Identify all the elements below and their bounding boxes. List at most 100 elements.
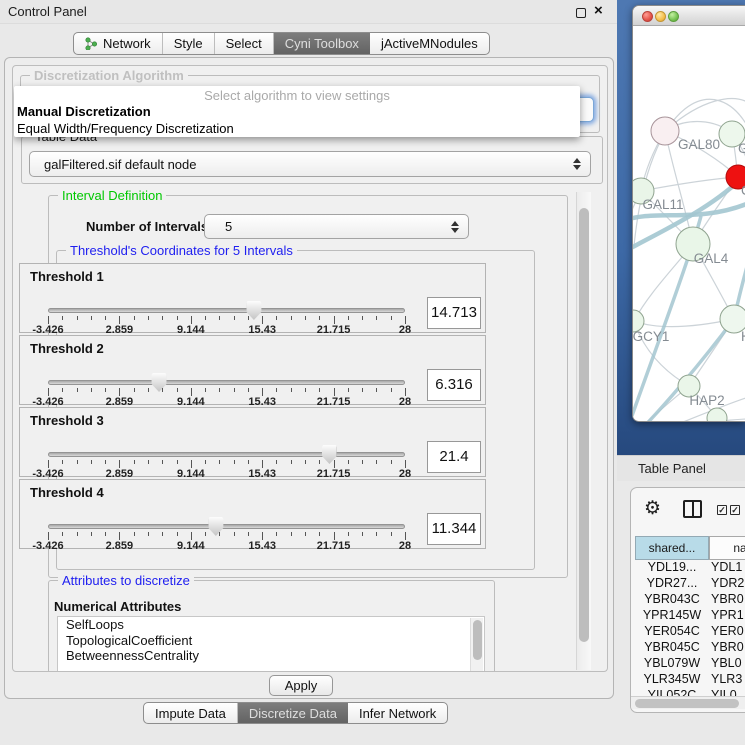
tick-mark [276,460,277,464]
tick-label: 15.43 [248,540,276,552]
tick-mark [362,388,363,392]
cell-shared-name[interactable]: YBR045C [635,640,709,654]
cell-name[interactable]: YER0 [711,624,745,638]
table-row[interactable]: YPR145WYPR1 [631,608,745,624]
threshold-4-slider[interactable] [48,524,405,529]
popup-option-equal-width[interactable]: Equal Width/Frequency Discretization [14,120,580,137]
cell-name[interactable]: YBL0 [711,656,745,670]
tab-jactivemnodules[interactable]: jActiveMNodules [370,33,489,54]
minimize-traffic-light-icon[interactable] [655,11,666,22]
checkbox-icon[interactable]: ✓ [730,505,740,515]
attribute-list-item[interactable]: SelfLoops [58,617,484,633]
popup-option-manual[interactable]: Manual Discretization [14,103,580,120]
tick-mark [48,460,49,468]
table-horizontal-scrollbar[interactable] [631,696,745,709]
tick-mark [62,388,63,392]
cell-shared-name[interactable]: YLR345W [635,672,709,686]
cell-name[interactable]: YPR1 [711,608,745,622]
tab-style[interactable]: Style [163,33,215,54]
apply-button[interactable]: Apply [269,675,333,696]
tick-mark [48,316,49,324]
threshold-2-slider[interactable] [48,380,405,385]
column-header-shared-name[interactable]: shared... [635,536,709,560]
cell-name[interactable]: YLR3 [711,672,745,686]
float-panel-icon[interactable] [576,8,586,18]
threshold-3-value-field[interactable]: 21.4 [427,441,481,473]
scrollbar-thumb[interactable] [473,620,482,660]
tick-mark [205,460,206,464]
attribute-list-item[interactable]: BetweennessCentrality [58,648,484,664]
cyni-toolbox-panel: Discretization Algorithm Select algorith… [4,57,614,699]
cell-shared-name[interactable]: YPR145W [635,608,709,622]
cell-name[interactable]: YBR0 [711,640,745,654]
tick-mark [291,316,292,320]
group-title: Threshold's Coordinates for 5 Intervals [66,243,297,258]
tab-network[interactable]: Network [74,33,163,54]
threshold-2-value-field[interactable]: 6.316 [427,369,481,401]
tick-mark [319,316,320,320]
tick-mark [177,532,178,536]
close-icon[interactable]: × [594,2,603,19]
number-of-intervals-combobox[interactable]: 5 [204,214,469,239]
top-tab-bar: Network Style Select Cyni Toolbox jActiv… [73,32,490,55]
threshold-4-value-field[interactable]: 11.344 [427,513,481,545]
table-row[interactable]: YDR27...YDR2 [631,576,745,592]
cell-shared-name[interactable]: YBR043C [635,592,709,606]
tab-infer-network[interactable]: Infer Network [348,703,447,723]
tick-mark [291,460,292,464]
attribute-list-item[interactable]: TopologicalCoefficient [58,633,484,649]
tick-mark [119,316,120,324]
tick-mark [305,460,306,464]
cell-shared-name[interactable]: YDR27... [635,576,709,590]
tick-mark [248,460,249,464]
checkbox-icon[interactable]: ✓ [717,505,727,515]
gear-icon[interactable]: ⚙ [644,498,661,520]
tab-discretize-data[interactable]: Discretize Data [238,703,348,723]
threshold-1-value-field[interactable]: 14.713 [427,297,481,329]
tick-mark [405,316,406,324]
scrollbar-thumb[interactable] [579,208,589,642]
scrollbar-thumb[interactable] [635,699,739,708]
tick-mark [191,388,192,396]
table-row[interactable]: YDL19...YDL1 [631,560,745,576]
table-row[interactable]: YLR345WYLR3 [631,672,745,688]
table-row[interactable]: YBL079WYBL0 [631,656,745,672]
cell-shared-name[interactable]: YDL19... [635,560,709,574]
threshold-1-slider[interactable] [48,308,405,313]
cell-name[interactable]: YDR2 [711,576,745,590]
tick-mark [362,460,363,464]
table-row[interactable]: YER054CYER0 [631,624,745,640]
list-scrollbar[interactable] [470,618,483,672]
tick-mark [405,460,406,468]
threshold-label: Threshold 3 [30,413,104,428]
threshold-3-slider[interactable] [48,452,405,457]
tab-cyni-toolbox[interactable]: Cyni Toolbox [274,33,370,54]
network-window-titlebar[interactable] [633,6,745,26]
cell-name[interactable]: YBR0 [711,592,745,606]
tab-label: Style [174,33,203,54]
network-canvas[interactable]: GAL80GACGAL11GAL4GCY1HHAP2 [633,26,745,422]
close-traffic-light-icon[interactable] [642,11,653,22]
tick-mark [148,460,149,464]
tab-select[interactable]: Select [215,33,274,54]
tick-mark [405,388,406,396]
combo-value: galFiltered.sif default node [30,157,196,172]
table-row[interactable]: YBR045CYBR0 [631,640,745,656]
zoom-traffic-light-icon[interactable] [668,11,679,22]
tick-mark [334,388,335,396]
cell-name[interactable]: YDL1 [711,560,745,574]
tab-impute-data[interactable]: Impute Data [144,703,238,723]
table-row[interactable]: YBR043CYBR0 [631,592,745,608]
column-header-name[interactable]: na [709,536,745,560]
threshold-label: Threshold 1 [30,269,104,284]
popup-placeholder[interactable]: Select algorithm to view settings [14,88,580,103]
control-panel-titlebar: Control Panel × [0,0,617,24]
cell-shared-name[interactable]: YER054C [635,624,709,638]
group-title: Attributes to discretize [58,573,194,588]
table-data-combobox[interactable]: galFiltered.sif default node [29,151,591,177]
table-panel-titlebar: Table Panel [617,455,745,481]
split-columns-icon[interactable] [683,500,702,518]
cell-shared-name[interactable]: YBL079W [635,656,709,670]
panel-scrollbar[interactable] [576,192,591,670]
network-node-gal80[interactable] [651,117,679,145]
